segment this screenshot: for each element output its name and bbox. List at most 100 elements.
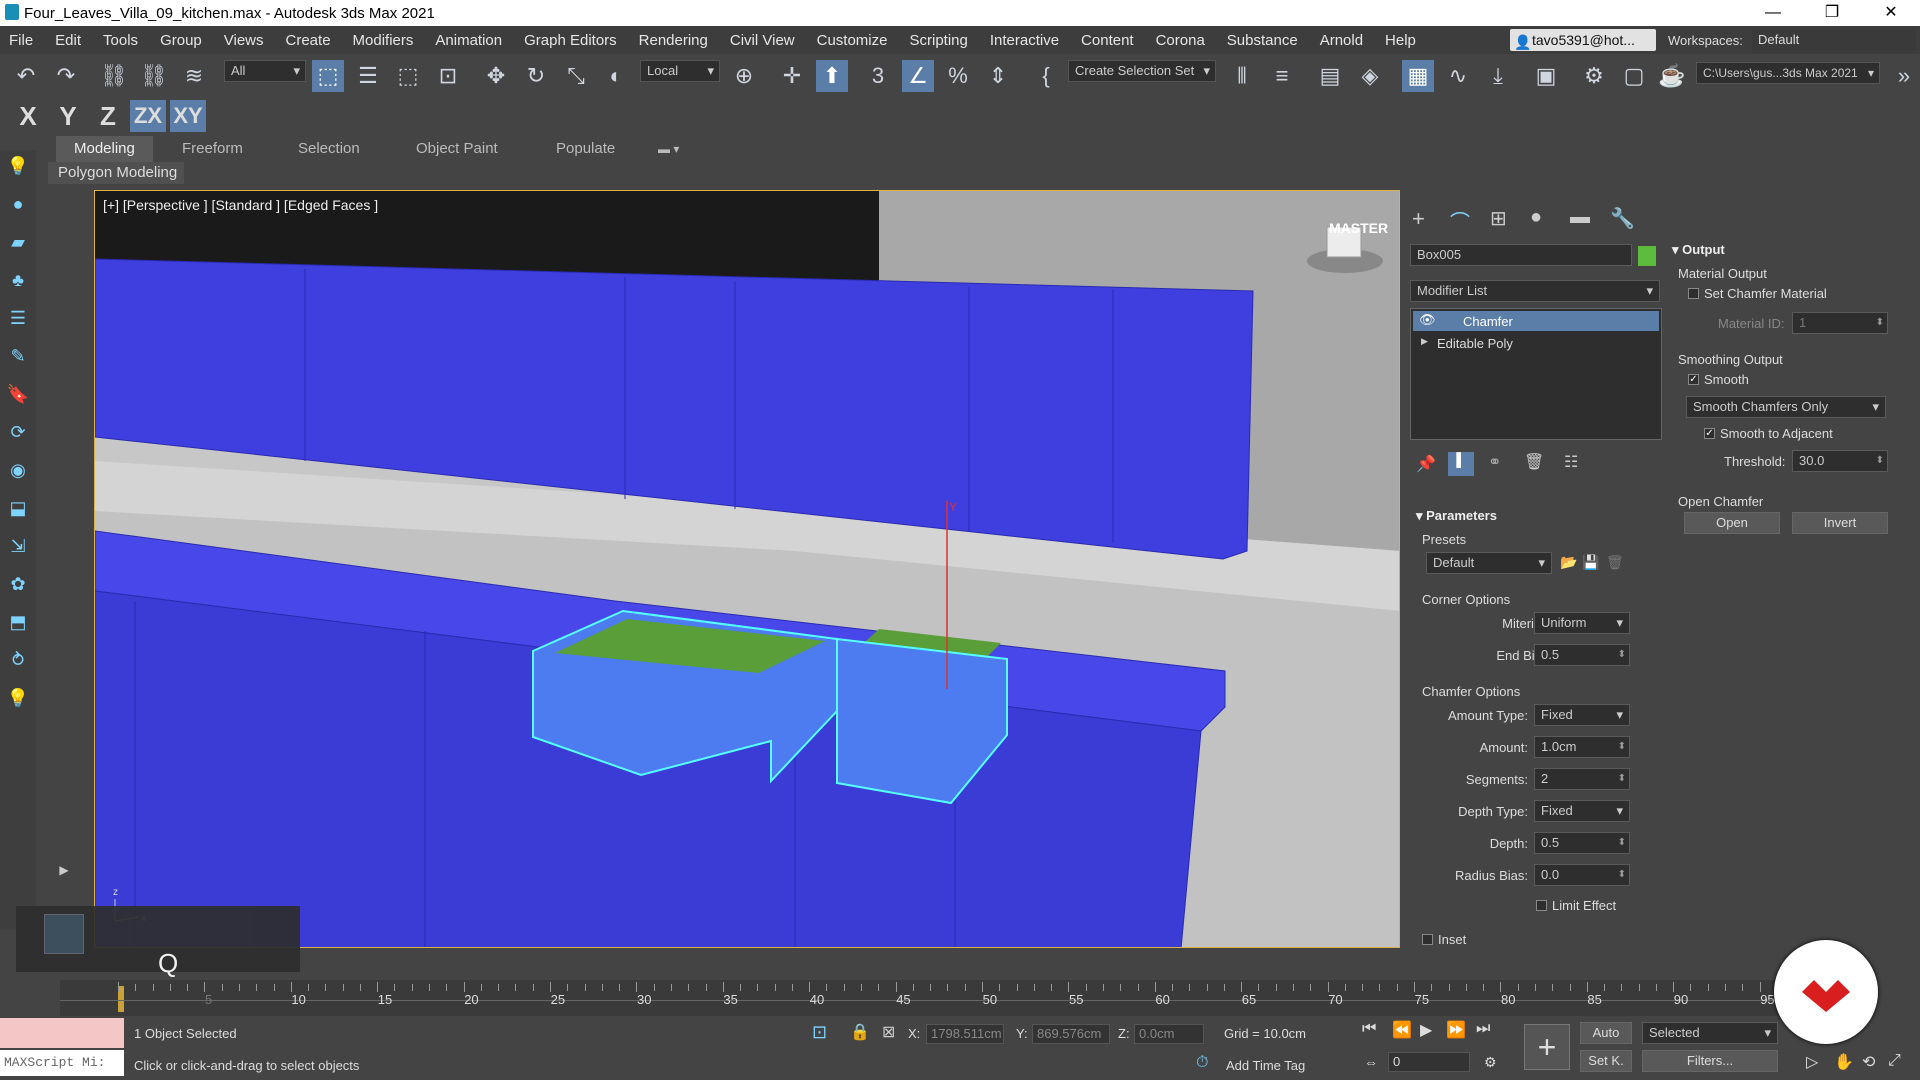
list-icon[interactable]: ☰ — [6, 306, 30, 330]
segments-spinner[interactable]: 2 — [1534, 768, 1630, 790]
select-by-name-icon[interactable]: ☰ — [352, 60, 384, 92]
layout-thumbnail[interactable] — [44, 914, 84, 954]
load-preset-icon[interactable]: 📂 — [1560, 554, 1577, 571]
maxscript-mini-listener[interactable]: MAXScript Mi: — [0, 1050, 124, 1076]
pivot-center-icon[interactable]: ⊕ — [728, 60, 760, 92]
parameters-rollout-header[interactable]: ▾ Parameters — [1416, 508, 1497, 524]
axis-xy-button[interactable]: XY — [170, 100, 206, 132]
render-setup-icon[interactable]: ⚙ — [1578, 60, 1610, 92]
unlink-icon[interactable]: ⛓ — [138, 60, 170, 92]
menu-content[interactable]: Content — [1070, 32, 1145, 49]
ribbon-toggle-icon[interactable]: ▦ — [1402, 60, 1434, 92]
configure-modifier-sets-icon[interactable]: ☷ — [1564, 452, 1578, 472]
tab-populate[interactable]: Populate — [538, 136, 633, 162]
utilities-tab-icon[interactable]: 🔧 — [1610, 206, 1635, 231]
end-bias-spinner[interactable]: 0.5 — [1534, 644, 1630, 666]
menu-corona[interactable]: Corona — [1145, 32, 1216, 49]
scale-icon[interactable]: ⤡ — [560, 60, 592, 92]
current-frame-field[interactable]: 0 — [1388, 1052, 1470, 1072]
material-icon[interactable]: ◉ — [6, 458, 30, 482]
stack-item-editable-poly[interactable]: ▶ Editable Poly — [1413, 333, 1659, 353]
select-object-icon[interactable]: ⬚ — [312, 60, 344, 92]
go-to-end-icon[interactable]: ⏭ — [1476, 1020, 1490, 1038]
percent-snap-icon[interactable]: % — [942, 60, 974, 92]
bind-spacewarp-icon[interactable]: ≋ — [178, 60, 210, 92]
maximize-button[interactable]: ❐ — [1803, 0, 1861, 26]
menu-civil-view[interactable]: Civil View — [719, 32, 806, 49]
maxscript-listener-pink[interactable] — [0, 1018, 124, 1048]
menu-rendering[interactable]: Rendering — [628, 32, 719, 49]
zoom-icon[interactable]: ▷ — [1806, 1052, 1818, 1072]
selection-lock-icon[interactable]: 🔒 — [850, 1022, 870, 1042]
modifier-list-dropdown[interactable]: Modifier List — [1410, 280, 1660, 302]
menu-create[interactable]: Create — [275, 32, 342, 49]
axis-zx-button[interactable]: ZX — [130, 100, 166, 132]
display-tab-icon[interactable]: ▬ — [1570, 206, 1590, 229]
tab-selection[interactable]: Selection — [280, 136, 378, 162]
reference-coordinate-dropdown[interactable]: Local — [640, 60, 720, 82]
menu-arnold[interactable]: Arnold — [1309, 32, 1374, 49]
filters-button[interactable]: Filters... — [1642, 1050, 1778, 1072]
angle-snap-icon[interactable]: ∠ — [902, 60, 934, 92]
layer-explorer-icon[interactable]: ◈ — [1354, 60, 1386, 92]
inset-checkbox[interactable] — [1422, 934, 1433, 945]
show-end-result-icon[interactable]: ▌ — [1448, 452, 1474, 476]
tab-object-paint[interactable]: Object Paint — [398, 136, 516, 162]
mirror-icon[interactable]: ⫴ — [1226, 60, 1258, 92]
time-config-icon[interactable]: ⚙ — [1484, 1054, 1497, 1071]
create-objects-icon[interactable]: ▰ — [6, 230, 30, 254]
depth-type-dropdown[interactable]: Fixed — [1534, 800, 1630, 822]
next-frame-icon[interactable]: ⏩ — [1446, 1020, 1466, 1040]
menu-edit[interactable]: Edit — [44, 32, 92, 49]
schematic-view-icon[interactable]: ⤓ — [1482, 60, 1514, 92]
ribbon-options-icon[interactable]: ▬ ▾ — [640, 136, 697, 162]
eye-icon[interactable]: 👁 — [1419, 312, 1436, 328]
menu-animation[interactable]: Animation — [424, 32, 513, 49]
motion-tab-icon[interactable]: ● — [1530, 206, 1542, 229]
rendered-frame-window-icon[interactable]: ▢ — [1618, 60, 1650, 92]
spinner-snap-icon[interactable]: ⇕ — [982, 60, 1014, 92]
bulb-icon[interactable]: 💡 — [6, 686, 30, 710]
export-icon[interactable]: ⇲ — [6, 534, 30, 558]
tab-modeling[interactable]: Modeling — [56, 136, 153, 162]
remove-modifier-icon[interactable]: 🗑 — [1524, 452, 1544, 472]
smooth-mode-dropdown[interactable]: Smooth Chamfers Only — [1686, 396, 1886, 418]
viewport-scene[interactable]: Y MASTER z x — [95, 191, 1400, 948]
named-selection-icon[interactable]: { — [1030, 60, 1062, 92]
tab-freeform[interactable]: Freeform — [164, 136, 261, 162]
link-icon[interactable]: ⛓ — [98, 60, 130, 92]
smooth-to-adjacent-checkbox[interactable]: ✓ — [1704, 428, 1715, 439]
rotate-icon[interactable]: ↻ — [520, 60, 552, 92]
menu-help[interactable]: Help — [1374, 32, 1427, 49]
viewport-layout-tab[interactable]: Q — [16, 906, 300, 978]
save-preset-icon[interactable]: 💾 — [1582, 554, 1599, 571]
isolate-selection-icon[interactable]: ⊡ — [812, 1022, 827, 1043]
auto-key-button[interactable]: Auto — [1580, 1022, 1632, 1044]
move-icon[interactable]: ✥ — [480, 60, 512, 92]
y-coordinate-field[interactable]: 869.576cm — [1032, 1024, 1110, 1044]
project-folder-dropdown[interactable]: C:\Users\gus...3ds Max 2021 — [1696, 62, 1880, 84]
render-production-icon[interactable]: ☕ — [1656, 60, 1688, 92]
perspective-viewport[interactable]: [+] [Perspective ] [Standard ] [Edged Fa… — [94, 190, 1400, 948]
time-tag-icon[interactable]: ⏱ — [1196, 1054, 1208, 1072]
bookmark-icon[interactable]: 🔖 — [6, 382, 30, 406]
time-slider-track[interactable]: 5 10 15 20 25 30 35 40 45 50 55 60 65 70 75 80 85 90 95 — [60, 980, 1830, 1016]
mitering-dropdown[interactable]: Uniform — [1534, 612, 1630, 634]
limit-effect-checkbox[interactable] — [1536, 900, 1547, 911]
close-button[interactable]: ✕ — [1862, 0, 1920, 26]
make-unique-icon[interactable]: ⚭ — [1488, 452, 1501, 472]
menu-modifiers[interactable]: Modifiers — [342, 32, 425, 49]
undo-icon[interactable]: ↶ — [10, 60, 42, 92]
open-button[interactable]: Open — [1684, 512, 1780, 534]
snaps-toggle-icon[interactable]: 3 — [862, 60, 894, 92]
create-selection-set-dropdown[interactable]: Create Selection Set — [1068, 60, 1216, 82]
viewport-label[interactable]: [+] [Perspective ] [Standard ] [Edged Fa… — [103, 197, 378, 213]
set-key-big-icon[interactable]: + — [1524, 1024, 1570, 1070]
frame-icon[interactable]: ⬒ — [6, 610, 30, 634]
key-mode-icon[interactable]: ⇔ — [1364, 1054, 1378, 1070]
set-chamfer-material-checkbox[interactable] — [1688, 288, 1699, 299]
hierarchy-tab-icon[interactable]: ⊞ — [1490, 206, 1507, 231]
toolbar-overflow-icon[interactable]: » — [1888, 60, 1920, 92]
menu-graph-editors[interactable]: Graph Editors — [513, 32, 628, 49]
axis-x-button[interactable]: X — [10, 100, 46, 132]
